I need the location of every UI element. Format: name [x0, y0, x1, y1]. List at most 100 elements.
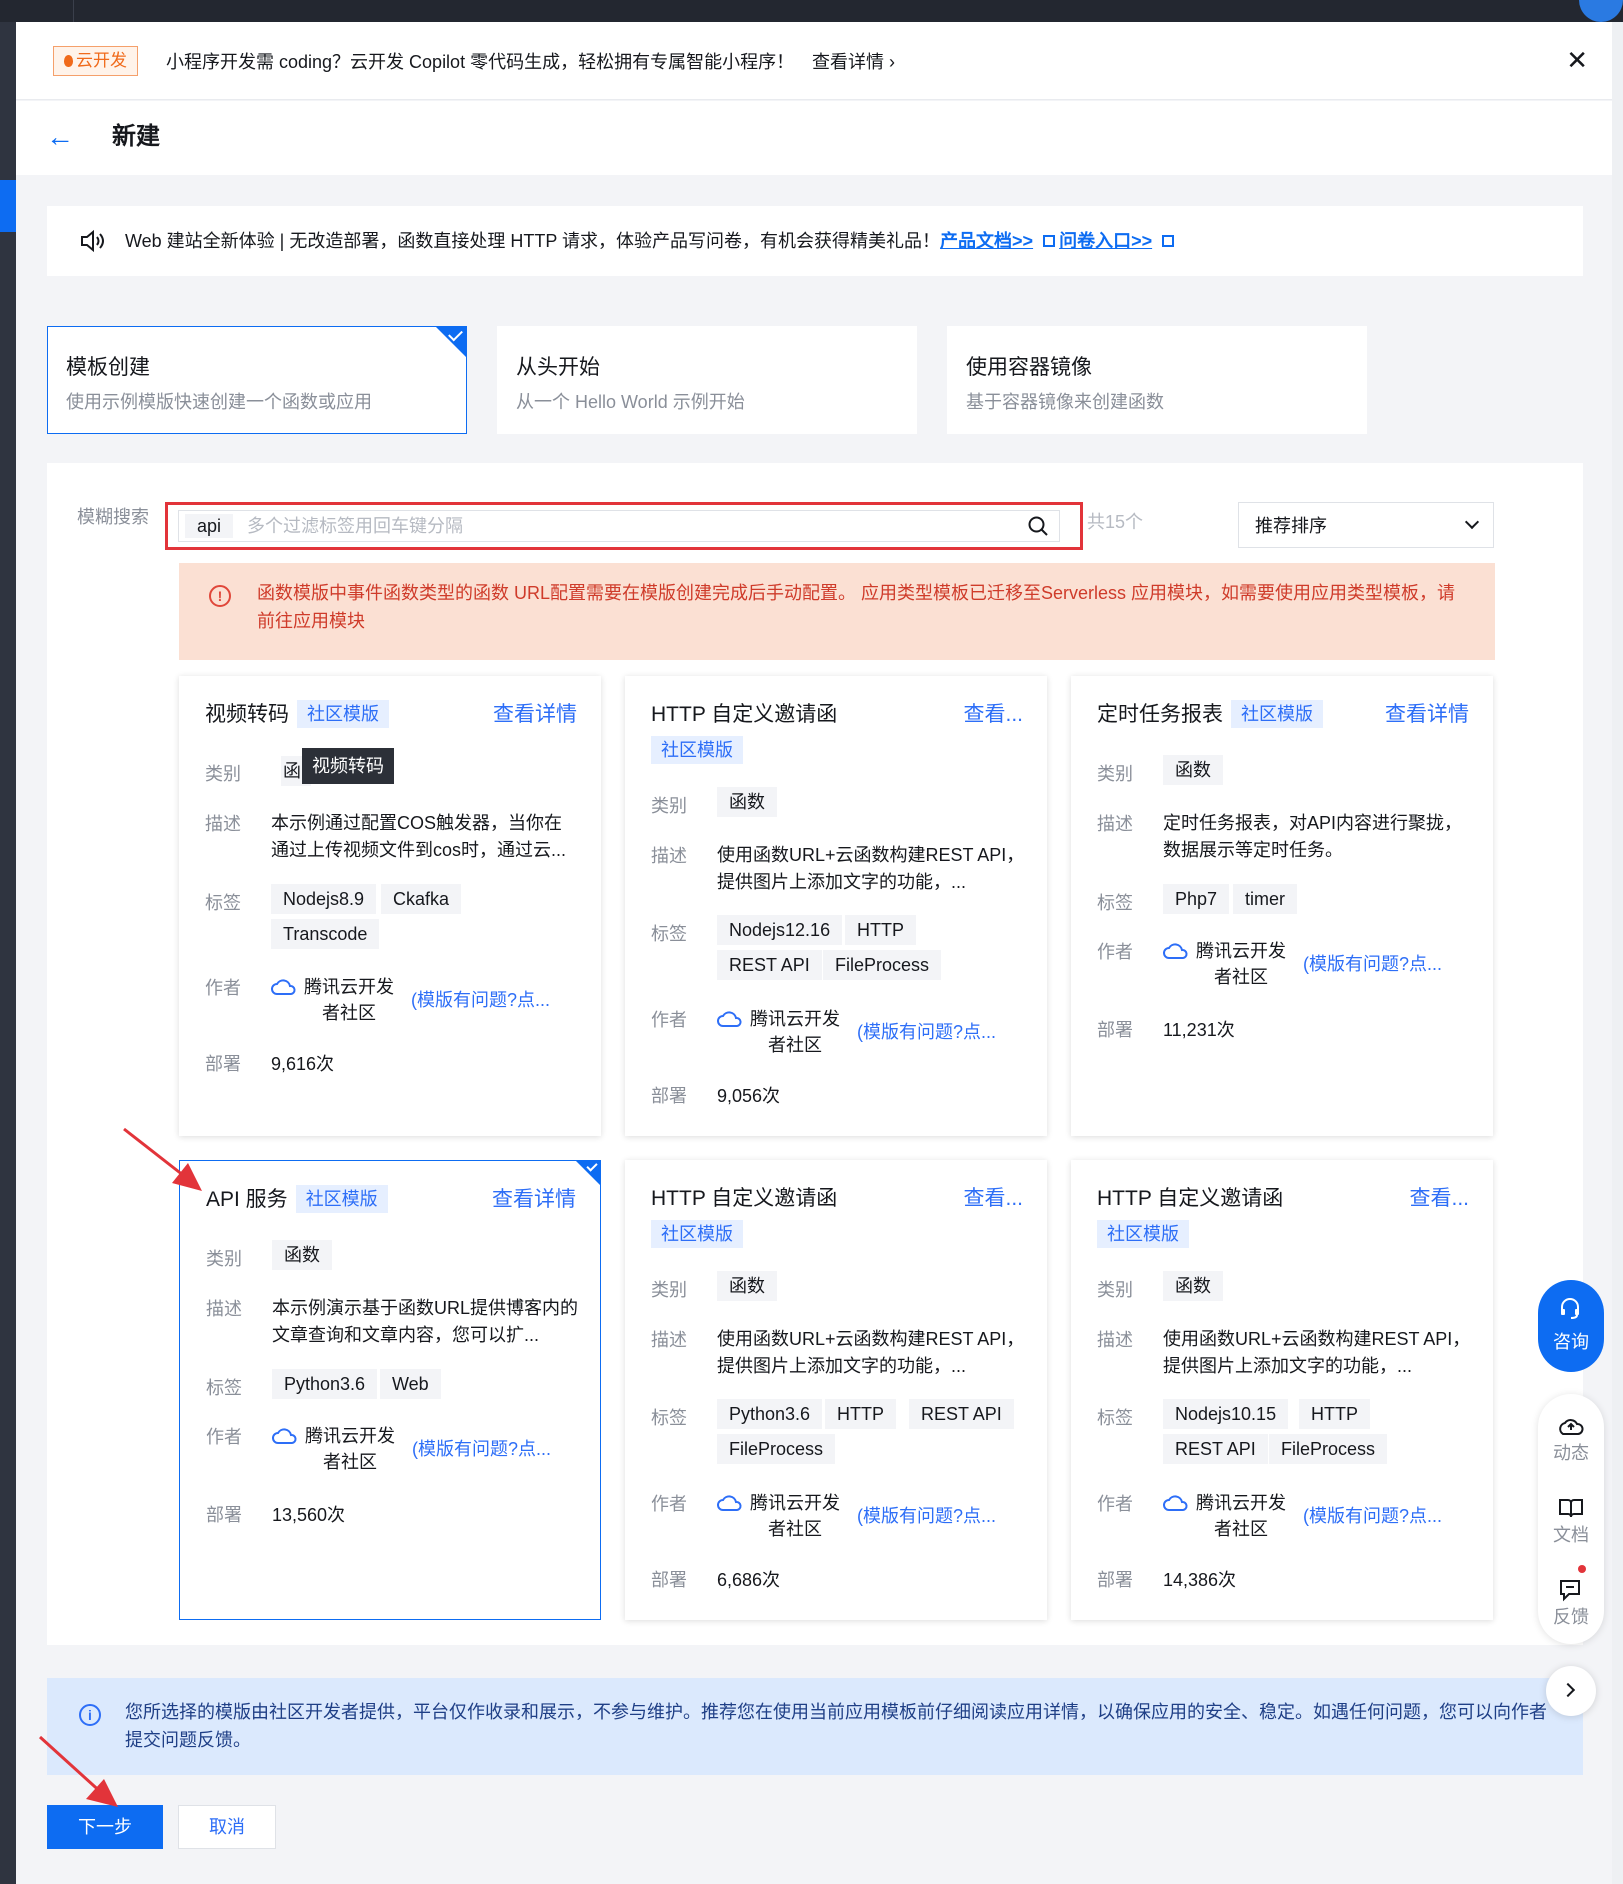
- tag-chip: Nodejs10.15: [1163, 1399, 1289, 1429]
- scrollbar[interactable]: [1612, 22, 1623, 1884]
- top-bar-divider: [73, 0, 74, 22]
- tag-chip: Nodejs8.9: [271, 884, 377, 914]
- feedback-button[interactable]: 反馈: [1538, 1578, 1604, 1630]
- tag-chip: HTTP: [1299, 1399, 1370, 1429]
- deploy-count: 9,616次: [271, 1054, 335, 1074]
- search-icon[interactable]: [1027, 515, 1049, 537]
- banner-text: Web 建站全新体验 | 无改造部署，函数直接处理 HTTP 请求，体验产品写问…: [125, 226, 1178, 256]
- template-card-selected[interactable]: API 服务 社区模版 查看详情 类别 函数 描述 本示例演示基于函数URL提供博…: [179, 1160, 601, 1620]
- author-name: 腾讯云开发者社区: [750, 1009, 840, 1055]
- notification-dot: [1578, 1565, 1586, 1573]
- category-value: 函数: [1163, 755, 1223, 785]
- filter-chip[interactable]: api: [185, 514, 234, 538]
- template-card[interactable]: HTTP 自定义邀请函 社区模版 查看... 类别 函数 描述 使用函数URL+…: [625, 1160, 1047, 1620]
- card-title: HTTP 自定义邀请函: [651, 703, 838, 726]
- view-detail-link[interactable]: 查看详情: [1385, 700, 1469, 730]
- left-nav-active-item[interactable]: [0, 180, 16, 232]
- tag-chip: Nodejs12.16: [717, 915, 843, 945]
- template-card[interactable]: HTTP 自定义邀请函 社区模版 查看... 类别 函数 描述 使用函数URL+…: [1071, 1160, 1493, 1620]
- search-input[interactable]: api 多个过滤标签用回车键分隔: [178, 510, 1060, 542]
- cloud-icon: [1163, 1495, 1188, 1511]
- mode-from-scratch[interactable]: 从头开始 从一个 Hello World 示例开始: [497, 326, 917, 434]
- feedback-link[interactable]: (模版有问题?点...: [857, 1018, 996, 1046]
- category-value: 函数: [717, 1271, 777, 1301]
- view-detail-link[interactable]: 查看...: [1409, 1184, 1469, 1214]
- web-hosting-banner: Web 建站全新体验 | 无改造部署，函数直接处理 HTTP 请求，体验产品写问…: [47, 206, 1583, 276]
- tag-chip: HTTP: [825, 1399, 896, 1429]
- feedback-link[interactable]: (模版有问题?点...: [411, 986, 550, 1014]
- feedback-link[interactable]: (模版有问题?点...: [1303, 1502, 1442, 1530]
- headset-icon: [1561, 1298, 1579, 1319]
- external-link-icon: [1043, 235, 1056, 247]
- avatar[interactable]: [1579, 0, 1623, 22]
- view-detail-link[interactable]: 查看...: [963, 700, 1023, 730]
- card-desc: 本示例通过配置COS触发器，当你在通过上传视频文件到cos时，通过云...: [271, 813, 567, 860]
- template-card[interactable]: 定时任务报表 社区模版 查看详情 类别 函数 描述 定时任务报表，对API内容进行…: [1071, 676, 1493, 1136]
- author-name: 腾讯云开发者社区: [305, 1426, 395, 1472]
- consult-button[interactable]: 咨询: [1538, 1280, 1604, 1372]
- card-title: 定时任务报表 社区模版: [1097, 700, 1323, 730]
- community-badge: 社区模版: [651, 736, 743, 764]
- tag-chip: FileProcess: [1269, 1434, 1388, 1464]
- view-detail-link[interactable]: 查看详情: [493, 700, 577, 730]
- product-doc-link[interactable]: 产品文档>>: [940, 231, 1033, 251]
- annotation-arrow-icon: [123, 1127, 202, 1191]
- view-detail-link[interactable]: 查看...: [963, 1184, 1023, 1214]
- feedback-link[interactable]: (模版有问题?点...: [1303, 950, 1442, 978]
- category-value: 函数: [1163, 1271, 1223, 1301]
- tag-chip: Python3.6: [272, 1369, 378, 1399]
- title-tooltip: 视频转码: [302, 748, 394, 784]
- cloud-icon: [717, 1011, 742, 1027]
- search-label: 模糊搜索: [77, 507, 149, 527]
- tag-chip: REST API: [1163, 1434, 1268, 1464]
- card-title: 视频转码 社区模版: [205, 700, 389, 730]
- tag-chip: REST API: [717, 950, 822, 980]
- warning-alert: ! 函数模版中事件函数类型的函数 URL配置需要在模版创建完成后手动配置。 应用…: [179, 563, 1495, 660]
- template-card[interactable]: 视频转码 社区模版 查看详情 类别 描述 本示例通过配置COS触发器，当你在通过上…: [179, 676, 601, 1136]
- view-detail-link[interactable]: 查看详情: [492, 1185, 576, 1215]
- category-value: 函数: [717, 787, 777, 817]
- author-name: 腾讯云开发者社区: [1196, 941, 1286, 987]
- promo-notice: 云开发 小程序开发需 coding？云开发 Copilot 零代码生成，轻松拥有…: [16, 22, 1612, 100]
- cancel-button[interactable]: 取消: [178, 1805, 276, 1849]
- survey-link[interactable]: 问卷入口>>: [1059, 231, 1152, 251]
- author-name: 腾讯云开发者社区: [304, 977, 394, 1023]
- author-name: 腾讯云开发者社区: [750, 1493, 840, 1539]
- left-nav-rail: [0, 22, 16, 1884]
- speaker-icon: [81, 229, 104, 253]
- mode-template-create[interactable]: 模板创建 使用示例模版快速创建一个函数或应用: [47, 326, 467, 434]
- card-desc: 定时任务报表，对API内容进行聚拢，数据展示等定时任务。: [1163, 813, 1463, 860]
- community-badge: 社区模版: [295, 1185, 388, 1213]
- search-highlight: api 多个过滤标签用回车键分隔: [165, 502, 1083, 550]
- back-arrow-icon[interactable]: ←: [46, 119, 74, 155]
- docs-button[interactable]: 文档: [1538, 1496, 1604, 1548]
- card-desc: 使用函数URL+云函数构建REST API，提供图片上添加文字的功能，...: [1163, 1329, 1471, 1376]
- cloudbase-tag: 云开发: [53, 46, 138, 76]
- tag-chip: Web: [380, 1369, 441, 1399]
- close-icon[interactable]: ✕: [1566, 46, 1588, 74]
- promo-detail-link[interactable]: 查看详情 ›: [812, 48, 895, 76]
- deploy-count: 6,686次: [717, 1570, 781, 1590]
- fire-icon: [64, 55, 73, 67]
- book-icon: [1559, 1499, 1583, 1518]
- deploy-count: 9,056次: [717, 1086, 781, 1106]
- next-step-button[interactable]: 下一步: [47, 1805, 163, 1849]
- side-toolbar: 动态 文档 反馈: [1538, 1394, 1604, 1644]
- tag-chip: HTTP: [845, 915, 916, 945]
- tag-chip: Python3.6: [717, 1399, 823, 1429]
- tag-chip: FileProcess: [823, 950, 942, 980]
- community-badge: 社区模版: [297, 700, 389, 728]
- cloud-icon: [1163, 943, 1188, 959]
- chevron-right-icon: [1560, 1682, 1576, 1698]
- expand-arrow-button[interactable]: [1546, 1666, 1596, 1716]
- annotation-arrow-icon: [38, 1735, 118, 1807]
- template-card[interactable]: HTTP 自定义邀请函 社区模版 查看... 类别 函数 描述 使用函数URL+…: [625, 676, 1047, 1136]
- deploy-count: 13,560次: [272, 1505, 346, 1525]
- feedback-link[interactable]: (模版有问题?点...: [857, 1502, 996, 1530]
- external-link-icon: [1162, 235, 1175, 247]
- feedback-link[interactable]: (模版有问题?点...: [412, 1435, 551, 1463]
- sort-select[interactable]: 推荐排序: [1238, 502, 1494, 548]
- mode-container-image[interactable]: 使用容器镜像 基于容器镜像来创建函数: [947, 326, 1367, 434]
- card-title: HTTP 自定义邀请函: [651, 1187, 838, 1210]
- activity-button[interactable]: 动态: [1538, 1414, 1604, 1466]
